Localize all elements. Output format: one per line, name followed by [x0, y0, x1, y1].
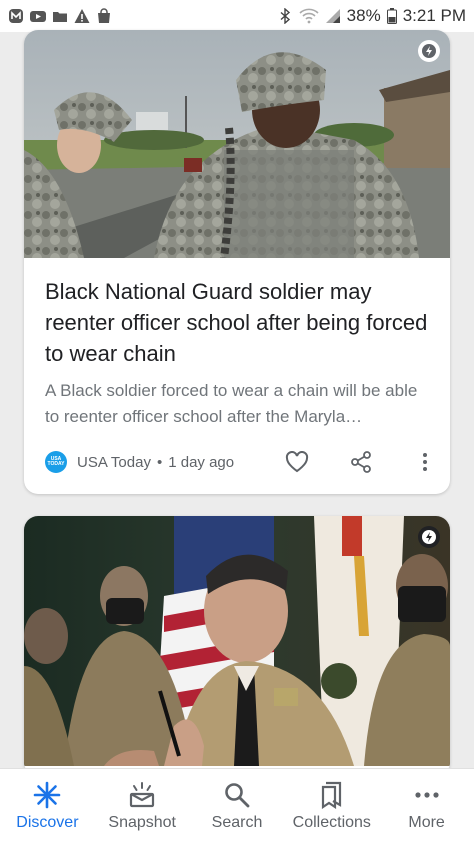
source-name[interactable]: USA Today [77, 454, 151, 471]
notification-icons [8, 8, 112, 24]
soldiers-photo [24, 30, 450, 258]
article-meta: USA TODAY USA Today • 1 day ago [45, 448, 439, 476]
article-headline[interactable]: Black National Guard soldier may reenter… [45, 276, 435, 369]
overflow-menu-button[interactable] [411, 448, 439, 476]
youtube-icon [30, 11, 46, 22]
discover-asterisk-icon [32, 781, 62, 809]
warning-icon [74, 9, 90, 23]
app-screen: 38% 3:21 PM Black National Guard soldier… [0, 0, 474, 842]
meta-separator: • [156, 453, 163, 471]
status-bar: 38% 3:21 PM [0, 0, 474, 32]
snapshot-icon [127, 781, 157, 809]
bluetooth-icon [280, 8, 290, 24]
nav-label: Collections [292, 814, 371, 831]
nav-label: Discover [16, 814, 79, 831]
folder-icon [53, 12, 67, 22]
usa-today-logo: USA TODAY [45, 451, 67, 473]
news-card[interactable]: Black National Guard soldier may reenter… [24, 30, 450, 494]
battery-icon [386, 8, 397, 24]
news-card[interactable] [24, 516, 450, 776]
shopping-bag-icon [98, 8, 110, 23]
nav-label: Snapshot [108, 814, 176, 831]
signal-icon [325, 9, 340, 23]
nav-search[interactable]: Search [190, 769, 285, 842]
article-image[interactable] [24, 30, 450, 258]
system-status: 38% 3:21 PM [277, 6, 466, 26]
nav-snapshot[interactable]: Snapshot [95, 769, 190, 842]
search-icon [222, 781, 252, 809]
vertical-dots-icon [423, 453, 427, 471]
bottom-navigation: Discover Snapshot Search Collections Mor… [0, 768, 474, 842]
share-icon [351, 451, 371, 473]
article-image[interactable] [24, 516, 450, 766]
battery-percent: 38% [346, 6, 381, 25]
publish-age: 1 day ago [168, 453, 235, 471]
card-actions [283, 448, 439, 476]
share-button[interactable] [347, 448, 375, 476]
clock: 3:21 PM [402, 6, 466, 25]
nav-collections[interactable]: Collections [284, 769, 379, 842]
amp-lightning-icon [418, 40, 440, 62]
nav-label: More [408, 814, 445, 831]
collections-icon [317, 781, 347, 809]
more-dots-icon [412, 781, 442, 809]
nav-more[interactable]: More [379, 769, 474, 842]
nav-label: Search [211, 814, 263, 831]
amp-lightning-icon [418, 526, 440, 548]
like-button[interactable] [283, 448, 311, 476]
nav-discover[interactable]: Discover [0, 769, 95, 842]
heart-icon [285, 451, 309, 473]
app-m-icon [9, 9, 23, 23]
press-conference-photo [24, 516, 450, 766]
article-snippet: A Black soldier forced to wear a chain w… [45, 381, 418, 426]
wifi-icon [299, 8, 319, 24]
